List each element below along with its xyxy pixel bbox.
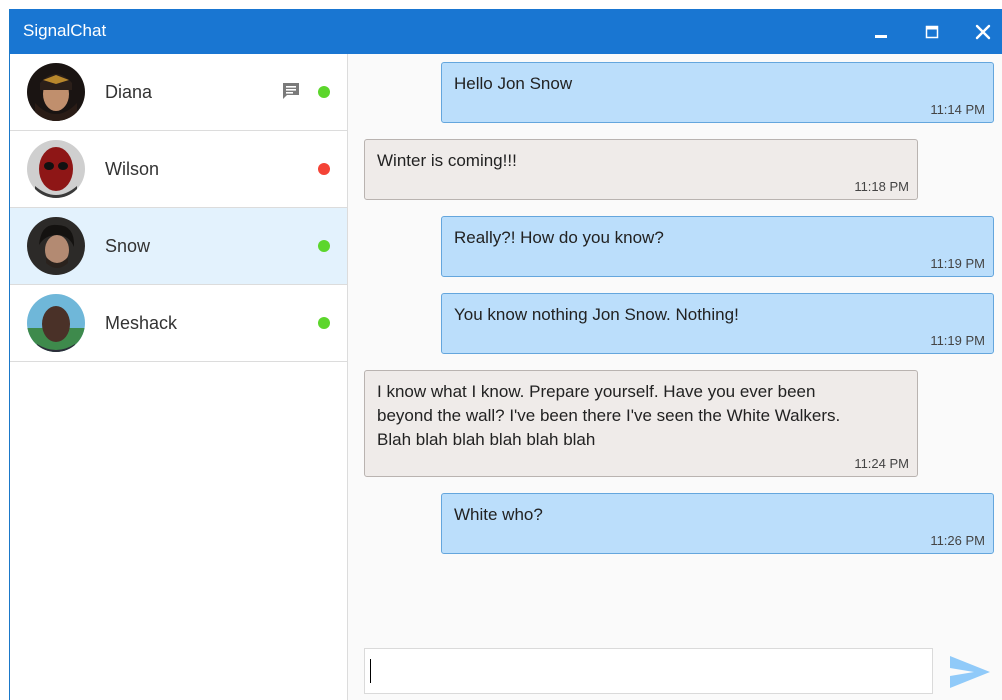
message-bubble-outgoing: Really?! How do you know? 11:19 PM — [441, 216, 994, 277]
status-indicator-online — [318, 240, 330, 252]
app-window: SignalChat Diana Wilson Snow Meshack Hel… — [9, 9, 1002, 700]
close-icon — [975, 24, 991, 39]
message-input[interactable] — [364, 648, 933, 694]
app-title: SignalChat — [23, 21, 107, 40]
message-text: White who? — [454, 505, 543, 524]
status-indicator-online — [318, 317, 330, 329]
minimize-icon — [875, 34, 887, 38]
message-text: Really?! How do you know? — [454, 228, 664, 247]
text-cursor — [370, 659, 371, 683]
contact-item-wilson[interactable]: Wilson — [10, 131, 347, 208]
contact-name: Meshack — [105, 313, 178, 333]
message-icon — [283, 83, 299, 99]
message-time: 11:14 PM — [930, 102, 985, 117]
message-bubble-outgoing: White who? 11:26 PM — [441, 493, 994, 554]
contact-item-snow[interactable]: Snow — [10, 208, 347, 285]
title-bar[interactable]: SignalChat — [10, 9, 1002, 54]
avatar — [27, 217, 85, 275]
message-bubble-outgoing: Hello Jon Snow 11:14 PM — [441, 62, 994, 123]
send-icon — [950, 656, 990, 688]
message-text: You know nothing Jon Snow. Nothing! — [454, 305, 739, 324]
contact-name: Diana — [105, 82, 153, 102]
maximize-icon — [925, 25, 939, 38]
contact-name: Wilson — [105, 159, 160, 179]
message-time: 11:19 PM — [930, 333, 985, 348]
minimize-button[interactable] — [858, 9, 904, 54]
contact-item-meshack[interactable]: Meshack — [10, 285, 347, 362]
contacts-sidebar: Diana Wilson Snow Meshack — [10, 54, 348, 700]
avatar — [27, 63, 85, 121]
message-text: Winter is coming!!! — [377, 151, 517, 170]
message-bubble-outgoing: You know nothing Jon Snow. Nothing! 11:1… — [441, 293, 994, 354]
message-time: 11:19 PM — [930, 256, 985, 271]
close-button[interactable] — [960, 9, 1002, 54]
contact-item-diana[interactable]: Diana — [10, 54, 347, 131]
message-text: I know what I know. Prepare yourself. Ha… — [377, 382, 841, 449]
message-bubble-incoming: I know what I know. Prepare yourself. Ha… — [364, 370, 918, 477]
message-bubble-incoming: Winter is coming!!! 11:18 PM — [364, 139, 918, 200]
maximize-button[interactable] — [909, 9, 955, 54]
status-indicator-online — [318, 86, 330, 98]
message-text: Hello Jon Snow — [454, 74, 573, 93]
message-time: 11:24 PM — [854, 456, 909, 471]
avatar — [27, 294, 85, 352]
message-time: 11:18 PM — [854, 179, 909, 194]
contact-name: Snow — [105, 236, 151, 256]
send-button[interactable] — [948, 652, 992, 692]
message-time: 11:26 PM — [930, 533, 985, 548]
avatar — [27, 140, 85, 198]
chat-panel: Hello Jon Snow 11:14 PM Winter is coming… — [348, 54, 1002, 700]
status-indicator-busy — [318, 163, 330, 175]
